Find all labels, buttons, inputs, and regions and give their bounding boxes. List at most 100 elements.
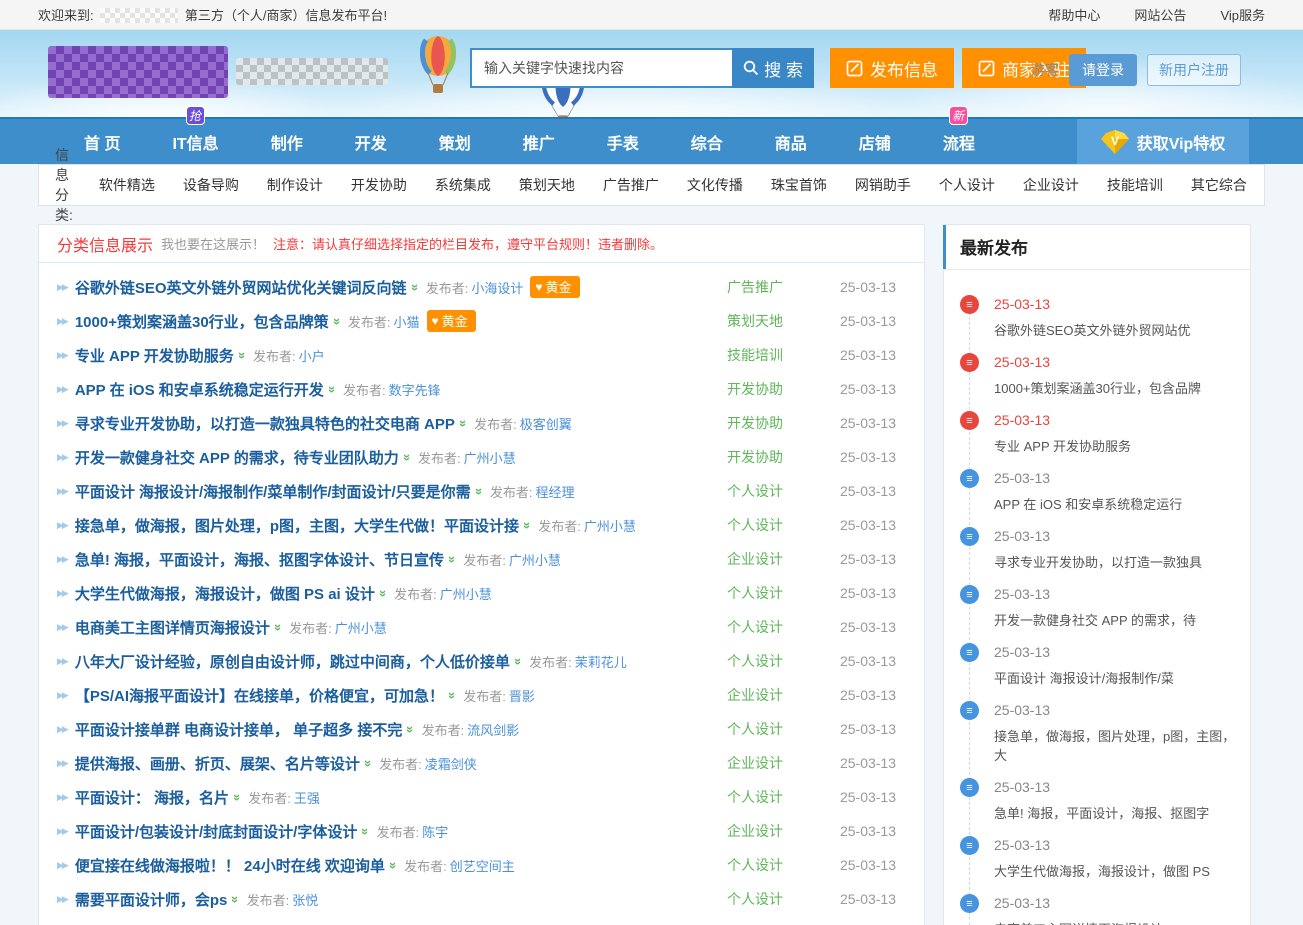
nav-item[interactable]: IT信息 抢 bbox=[146, 119, 244, 164]
publish-info-button[interactable]: 发布信息 bbox=[830, 48, 954, 88]
listing-category[interactable]: 策划天地 bbox=[710, 311, 800, 331]
listing-category[interactable]: 企业设计 bbox=[710, 685, 800, 705]
category-link[interactable]: 设备导购 bbox=[169, 175, 253, 195]
publisher-name[interactable]: 凌霜剑侠 bbox=[425, 754, 477, 773]
nav-item[interactable]: 店铺 bbox=[833, 119, 917, 164]
listing-title[interactable]: 提供海报、画册、折页、展架、名片等设计 bbox=[75, 753, 360, 774]
publisher-name[interactable]: 程经理 bbox=[536, 482, 575, 501]
site-logo[interactable] bbox=[48, 46, 228, 98]
topbar-link[interactable]: Vip服务 bbox=[1220, 5, 1265, 24]
category-link[interactable]: 策划天地 bbox=[505, 175, 589, 195]
category-link[interactable]: 网销助手 bbox=[841, 175, 925, 195]
login-button[interactable]: 请登录 bbox=[1069, 54, 1137, 86]
listing-title[interactable]: 寻求专业开发协助，以打造一款独具特色的社交电商 APP bbox=[75, 413, 455, 434]
post-title[interactable]: 谷歌外链SEO英文外链外贸网站优 bbox=[994, 321, 1236, 340]
publisher-name[interactable]: 广州小慧 bbox=[464, 448, 516, 467]
publisher-name[interactable]: 广州小慧 bbox=[584, 516, 636, 535]
post-title[interactable]: APP 在 iOS 和安卓系统稳定运行 bbox=[994, 495, 1236, 514]
listing-category[interactable]: 个人设计 bbox=[710, 617, 800, 637]
listing-category[interactable]: 个人设计 bbox=[710, 583, 800, 603]
publisher-name[interactable]: 小猫 bbox=[394, 312, 420, 331]
listing-title[interactable]: 需要平面设计师，会ps bbox=[75, 889, 228, 910]
publisher-name[interactable]: 晋影 bbox=[509, 686, 535, 705]
listing-title[interactable]: 便宜接在线做海报啦！！ 24小时在线 欢迎询单 bbox=[75, 855, 385, 876]
publisher-name[interactable]: 广州小慧 bbox=[335, 618, 387, 637]
category-link[interactable]: 文化传播 bbox=[673, 175, 757, 195]
publisher-name[interactable]: 陈宇 bbox=[422, 822, 448, 841]
listing-title[interactable]: 【PS/AI海报平面设计】在线接单，价格便宜，可加急！ bbox=[75, 685, 444, 706]
nav-item[interactable]: 首 页 bbox=[58, 119, 146, 164]
listing-category[interactable]: 个人设计 bbox=[710, 855, 800, 875]
listing-title[interactable]: 1000+策划案涵盖30行业，包含品牌策 bbox=[75, 311, 329, 332]
listing-category[interactable]: 个人设计 bbox=[710, 787, 800, 807]
listing-title[interactable]: 大学生代做海报，海报设计，做图 PS ai 设计 bbox=[75, 583, 375, 604]
listing-category[interactable]: 个人设计 bbox=[710, 651, 800, 671]
post-title[interactable]: 1000+策划案涵盖30行业，包含品牌 bbox=[994, 379, 1236, 398]
nav-item[interactable]: 推广 bbox=[497, 119, 581, 164]
listing-category[interactable]: 企业设计 bbox=[710, 753, 800, 773]
listing-title[interactable]: APP 在 iOS 和安卓系统稳定运行开发 bbox=[75, 379, 324, 400]
listing-category[interactable]: 技能培训 bbox=[710, 345, 800, 365]
listing-category[interactable]: 开发协助 bbox=[710, 379, 800, 399]
post-title[interactable]: 大学生代做海报，海报设计，做图 PS bbox=[994, 862, 1236, 881]
topbar-link[interactable]: 帮助中心 bbox=[1048, 5, 1100, 24]
category-link[interactable]: 珠宝首饰 bbox=[757, 175, 841, 195]
listing-title[interactable]: 急单! 海报，平面设计，海报、抠图字体设计、节日宣传 bbox=[75, 549, 444, 570]
notice-gray-text[interactable]: 我也要在这展示！ bbox=[161, 234, 265, 253]
search-button[interactable]: 搜 索 bbox=[732, 48, 814, 88]
category-link[interactable]: 个人设计 bbox=[925, 175, 1009, 195]
listing-title[interactable]: 谷歌外链SEO英文外链外贸网站优化关键词反向链 bbox=[75, 277, 407, 298]
post-title[interactable]: 寻求专业开发协助，以打造一款独具 bbox=[994, 553, 1236, 572]
publisher-name[interactable]: 流风剑影 bbox=[467, 720, 519, 739]
nav-item[interactable]: 手表 bbox=[581, 119, 665, 164]
category-link[interactable]: 技能培训 bbox=[1093, 175, 1177, 195]
category-link[interactable]: 企业设计 bbox=[1009, 175, 1093, 195]
post-title[interactable]: 平面设计 海报设计/海报制作/菜 bbox=[994, 669, 1236, 688]
listing-category[interactable]: 企业设计 bbox=[710, 549, 800, 569]
publisher-name[interactable]: 小海设计 bbox=[471, 278, 523, 297]
publisher-name[interactable]: 王强 bbox=[294, 788, 320, 807]
listing-title[interactable]: 平面设计： 海报，名片 bbox=[75, 787, 229, 808]
category-link[interactable]: 系统集成 bbox=[421, 175, 505, 195]
listing-category[interactable]: 企业设计 bbox=[710, 821, 800, 841]
post-title[interactable]: 接急单，做海报，图片处理，p图，主图，大 bbox=[994, 727, 1236, 765]
nav-item[interactable]: 策划 bbox=[413, 119, 497, 164]
listing-title[interactable]: 开发一款健身社交 APP 的需求，待专业团队助力 bbox=[75, 447, 399, 468]
listing-category[interactable]: 开发协助 bbox=[710, 447, 800, 467]
publisher-name[interactable]: 数字先锋 bbox=[389, 380, 441, 399]
category-link[interactable]: 开发协助 bbox=[337, 175, 421, 195]
listing-title[interactable]: 电商美工主图详情页海报设计 bbox=[75, 617, 270, 638]
publisher-name[interactable]: 广州小慧 bbox=[440, 584, 492, 603]
listing-title[interactable]: 专业 APP 开发协助服务 bbox=[75, 345, 234, 366]
post-title[interactable]: 专业 APP 开发协助服务 bbox=[994, 437, 1236, 456]
nav-item[interactable]: 开发 bbox=[329, 119, 413, 164]
listing-category[interactable]: 开发协助 bbox=[710, 413, 800, 433]
nav-item[interactable]: 商品 bbox=[749, 119, 833, 164]
publisher-name[interactable]: 张悦 bbox=[292, 890, 318, 909]
listing-category[interactable]: 个人设计 bbox=[710, 481, 800, 501]
gold-vip-badge[interactable]: 黄金 bbox=[530, 276, 579, 298]
listing-category[interactable]: 广告推广 bbox=[710, 277, 800, 297]
topbar-link[interactable]: 网站公告 bbox=[1134, 5, 1186, 24]
listing-title[interactable]: 接急单，做海报，图片处理，p图，主图，大学生代做！平面设计接 bbox=[75, 515, 519, 536]
vip-privilege-button[interactable]: V 获取Vip特权 bbox=[1077, 119, 1249, 164]
search-input[interactable] bbox=[470, 48, 732, 88]
category-link[interactable]: 其它综合 bbox=[1177, 175, 1261, 195]
publisher-name[interactable]: 广州小慧 bbox=[509, 550, 561, 569]
listing-title[interactable]: 平面设计接单群 电商设计接单， 单子超多 接不完 bbox=[75, 719, 403, 740]
gold-vip-badge[interactable]: 黄金 bbox=[427, 310, 476, 332]
category-link[interactable]: 制作设计 bbox=[253, 175, 337, 195]
post-title[interactable]: 急单! 海报，平面设计，海报、抠图字 bbox=[994, 804, 1236, 823]
publisher-name[interactable]: 极客创翼 bbox=[520, 414, 572, 433]
nav-item[interactable]: 制作 bbox=[245, 119, 329, 164]
category-link[interactable]: 软件精选 bbox=[85, 175, 169, 195]
post-title[interactable]: 开发一款健身社交 APP 的需求，待 bbox=[994, 611, 1236, 630]
listing-title[interactable]: 平面设计 海报设计/海报制作/菜单制作/封面设计/只要是你需 bbox=[75, 481, 471, 502]
category-link[interactable]: 广告推广 bbox=[589, 175, 673, 195]
publisher-name[interactable]: 小户 bbox=[299, 346, 325, 365]
listing-title[interactable]: 八年大厂设计经验，原创自由设计师，跳过中间商，个人低价接单 bbox=[75, 651, 510, 672]
nav-item[interactable]: 综合 bbox=[665, 119, 749, 164]
publisher-name[interactable]: 创艺空间主 bbox=[450, 856, 515, 875]
nav-item[interactable]: 流程 新 bbox=[917, 119, 1001, 164]
listing-category[interactable]: 个人设计 bbox=[710, 515, 800, 535]
